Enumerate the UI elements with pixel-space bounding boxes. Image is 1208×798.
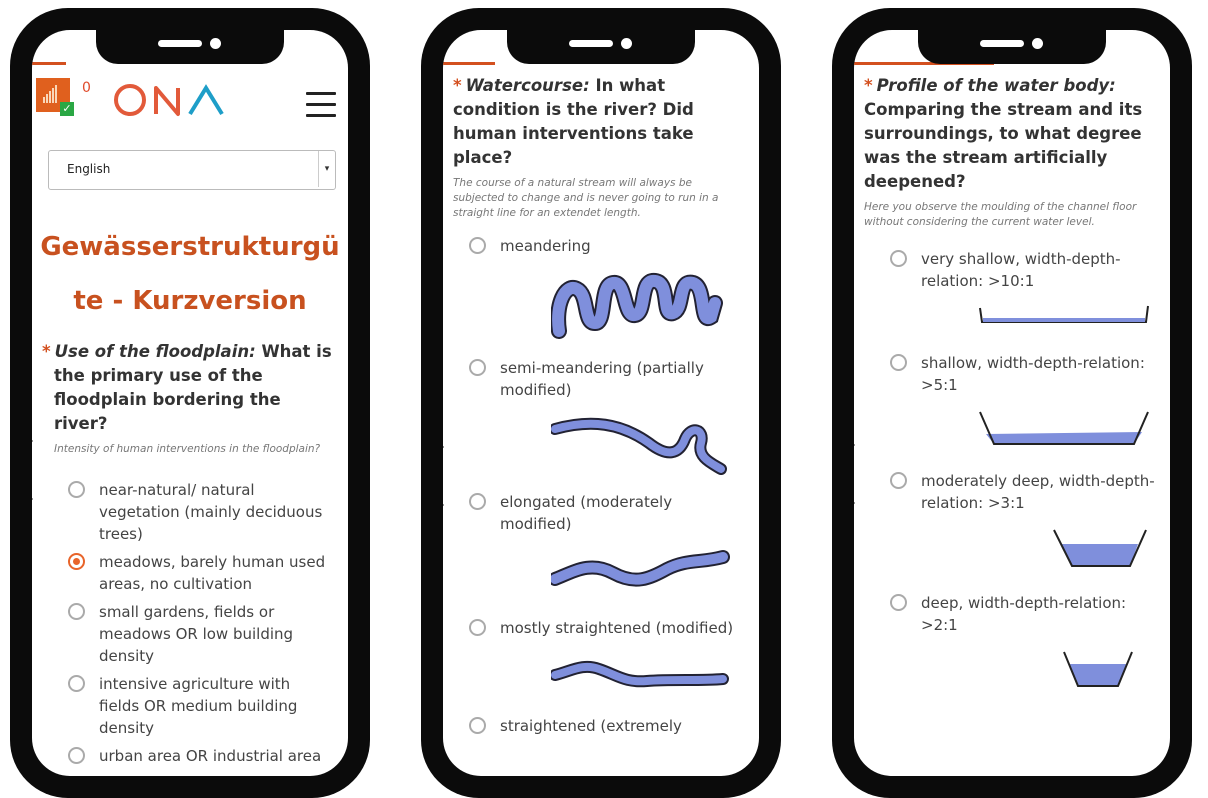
radio-button[interactable]: [469, 359, 486, 376]
option-3[interactable]: small gardens, fields or meadows OR low …: [68, 601, 334, 667]
radio-button[interactable]: [890, 472, 907, 489]
progress-bar: [32, 62, 66, 65]
chevron-down-icon: ▾: [318, 151, 335, 187]
option-straightened[interactable]: straightened (extremely: [469, 715, 745, 737]
option-label: meadows, barely human used areas, no cul…: [99, 553, 326, 593]
radio-button[interactable]: [890, 594, 907, 611]
radio-button[interactable]: [469, 493, 486, 510]
deep-profile-icon: [1063, 651, 1133, 687]
option-semi-meandering[interactable]: semi-meandering (partially modified): [469, 357, 745, 401]
notification-count: 0: [82, 80, 91, 96]
option-label: urban area OR industrial area: [99, 747, 322, 765]
phone-mockup-3: * Profile of the water body: Comparing th…: [832, 8, 1192, 798]
radio-button[interactable]: [890, 354, 907, 371]
app-header: ✓ 0: [32, 70, 348, 130]
ona-logo-icon: [114, 84, 224, 116]
shallow-profile-icon: [979, 411, 1149, 445]
phone-notch: [507, 26, 695, 64]
option-4[interactable]: intensive agriculture with fields OR med…: [68, 673, 334, 739]
radio-button[interactable]: [890, 250, 907, 267]
menu-icon[interactable]: [306, 92, 336, 125]
radio-button[interactable]: [469, 717, 486, 734]
survey-title: Gewässerstrukturgü te - Kurzversion: [40, 232, 340, 316]
option-deep[interactable]: deep, width-depth-relation: >2:1: [890, 592, 1156, 636]
phone-mockup-2: * Watercourse: In what condition is the r…: [421, 8, 781, 798]
elongated-river-icon: [551, 550, 730, 587]
option-1[interactable]: near-natural/ natural vegetation (mainly…: [68, 479, 334, 545]
meandering-river-icon: [551, 273, 723, 339]
mostly-straightened-river-icon: [551, 660, 729, 688]
radio-button[interactable]: [68, 675, 85, 692]
radio-button[interactable]: [469, 237, 486, 254]
option-mostly-straightened[interactable]: mostly straightened (modified): [469, 617, 745, 639]
question-title: * Watercourse: In what condition is the r…: [453, 76, 694, 167]
question-title: * Use of the floodplain: What is the prim…: [42, 342, 332, 433]
survey-screen-1: ✓ 0 English ▾ Gewässerstrukturgü te - Ku…: [32, 30, 348, 776]
question-block: * Profile of the water body: Comparing th…: [864, 74, 1156, 690]
ona-logo: [112, 80, 224, 129]
radio-button[interactable]: [68, 603, 85, 620]
option-meandering[interactable]: meandering: [469, 235, 745, 257]
question-help: Here you observe the moulding of the cha…: [864, 201, 1137, 228]
option-shallow[interactable]: shallow, width-depth-relation: >5:1: [890, 352, 1156, 396]
side-indicator: [854, 444, 855, 504]
radio-button[interactable]: [68, 747, 85, 764]
very-shallow-profile-icon: [979, 305, 1149, 323]
question-title: * Profile of the water body: Comparing th…: [864, 76, 1143, 191]
option-label: intensive agriculture with fields OR med…: [99, 675, 298, 737]
app-logo-icon[interactable]: ✓: [36, 78, 74, 116]
phone-mockup-1: ✓ 0 English ▾ Gewässerstrukturgü te - Ku…: [10, 8, 370, 798]
survey-screen-2: * Watercourse: In what condition is the r…: [443, 30, 759, 776]
radio-button[interactable]: [469, 619, 486, 636]
phone-notch: [918, 26, 1106, 64]
language-selected: English: [67, 162, 111, 176]
radio-button[interactable]: [68, 481, 85, 498]
option-label: small gardens, fields or meadows OR low …: [99, 603, 294, 665]
option-2[interactable]: meadows, barely human used areas, no cul…: [68, 551, 334, 595]
option-elongated[interactable]: elongated (moderately modified): [469, 491, 745, 535]
question-help: Intensity of human interventions in the …: [54, 443, 321, 455]
semi-meandering-river-icon: [551, 417, 727, 475]
check-icon: ✓: [60, 102, 74, 116]
language-select[interactable]: English ▾: [48, 150, 336, 190]
side-indicator: [32, 440, 33, 500]
option-moderately-deep[interactable]: moderately deep, width-depth-relation: >…: [890, 470, 1156, 514]
progress-bar: [443, 62, 495, 65]
option-label: near-natural/ natural vegetation (mainly…: [99, 481, 323, 543]
moderately-deep-profile-icon: [1053, 529, 1147, 567]
question-help: The course of a natural stream will alwa…: [453, 177, 719, 219]
option-very-shallow[interactable]: very shallow, width-depth-relation: >10:…: [890, 248, 1156, 292]
survey-screen-3: * Profile of the water body: Comparing th…: [854, 30, 1170, 776]
radio-button-selected[interactable]: [68, 553, 85, 570]
side-indicator: [443, 446, 444, 506]
phone-notch: [96, 26, 284, 64]
option-5[interactable]: urban area OR industrial area: [68, 745, 334, 767]
question-block: * Use of the floodplain: What is the prim…: [42, 340, 334, 767]
question-block: * Watercourse: In what condition is the r…: [453, 74, 745, 737]
